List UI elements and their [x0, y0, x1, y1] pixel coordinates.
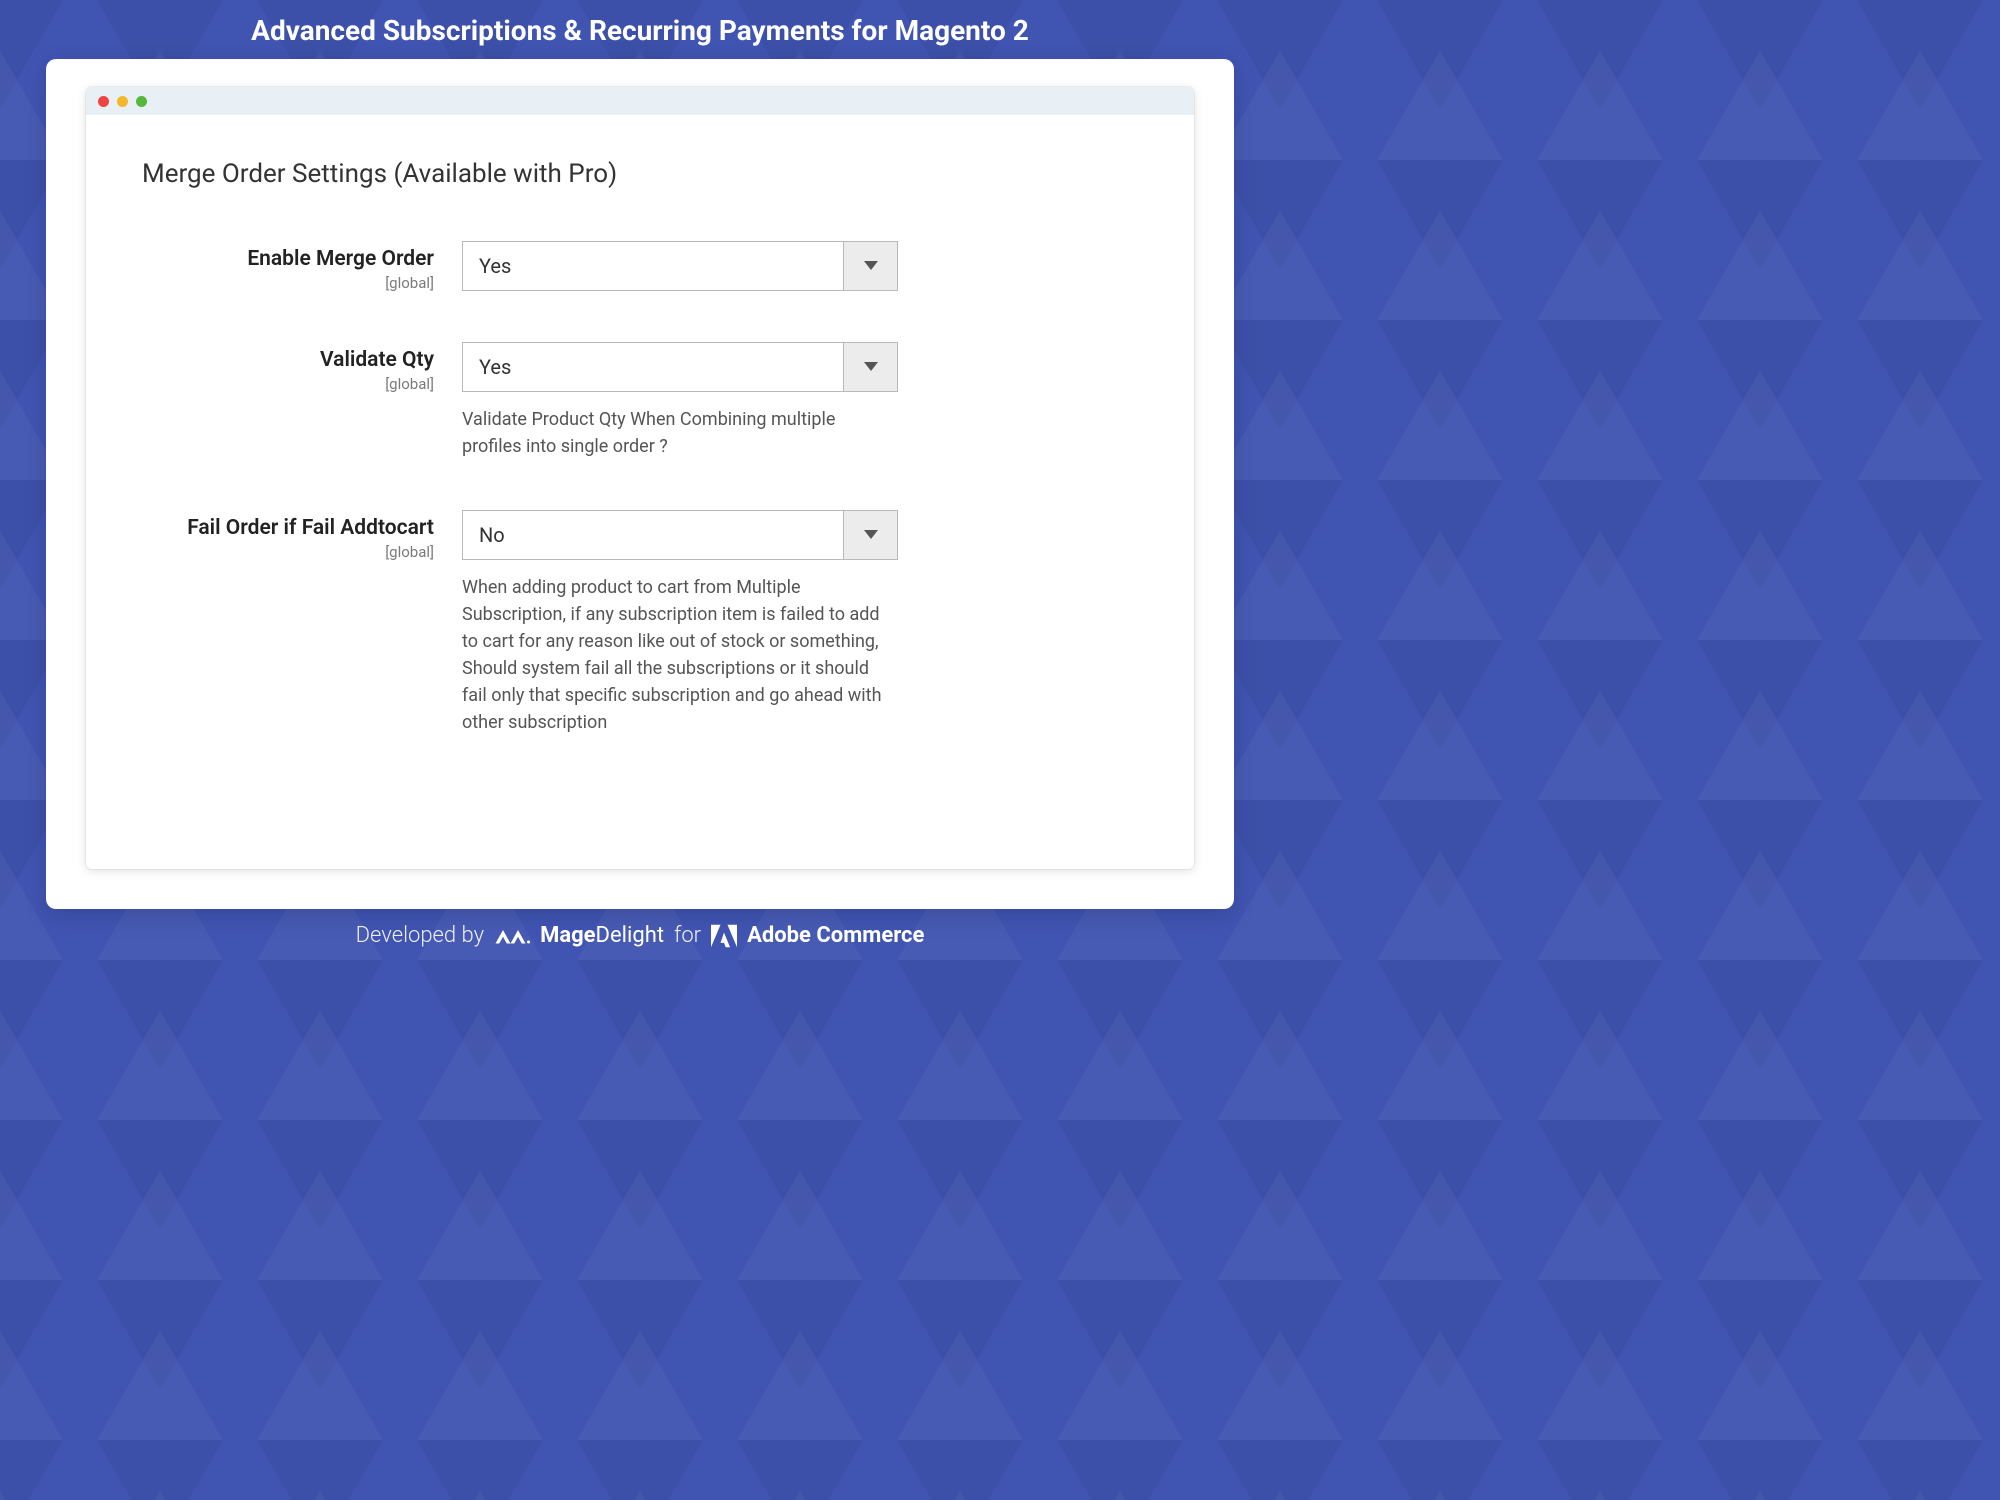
field-label: Fail Order if Fail Addtocart	[142, 516, 434, 541]
window-close-icon[interactable]	[98, 96, 109, 107]
window-minimize-icon[interactable]	[117, 96, 128, 107]
field-col: Yes	[462, 241, 898, 291]
section-heading: Merge Order Settings (Available with Pro…	[142, 159, 1138, 189]
chevron-down-icon	[843, 343, 897, 391]
footer-brand-magedelight: MageDelight	[540, 923, 664, 948]
chevron-down-icon	[843, 511, 897, 559]
field-col: Yes Validate Product Qty When Combining …	[462, 342, 898, 460]
field-row-fail-order: Fail Order if Fail Addtocart [global] No…	[142, 510, 1138, 736]
select-value: Yes	[463, 343, 843, 391]
label-col: Validate Qty [global]	[142, 342, 462, 393]
field-row-validate-qty: Validate Qty [global] Yes Validate Produ…	[142, 342, 1138, 460]
field-scope: [global]	[142, 375, 434, 393]
field-col: No When adding product to cart from Mult…	[462, 510, 898, 736]
label-col: Enable Merge Order [global]	[142, 241, 462, 292]
chevron-down-icon	[843, 242, 897, 290]
content-card: Merge Order Settings (Available with Pro…	[46, 59, 1234, 909]
page-title: Advanced Subscriptions & Recurring Payme…	[0, 0, 1280, 59]
page-root: Advanced Subscriptions & Recurring Payme…	[0, 0, 1280, 960]
adobe-logo-icon	[711, 924, 737, 948]
footer-for: for	[674, 923, 701, 948]
footer: Developed by MageDelight for Adobe Comme…	[0, 909, 1280, 960]
magedelight-logo-icon	[494, 924, 530, 948]
field-scope: [global]	[142, 274, 434, 292]
footer-brand-adobe: Adobe Commerce	[747, 923, 924, 948]
footer-developed-by: Developed by	[356, 923, 484, 948]
field-scope: [global]	[142, 543, 434, 561]
fail-order-select[interactable]: No	[462, 510, 898, 560]
label-col: Fail Order if Fail Addtocart [global]	[142, 510, 462, 561]
field-row-enable-merge-order: Enable Merge Order [global] Yes	[142, 241, 1138, 292]
enable-merge-order-select[interactable]: Yes	[462, 241, 898, 291]
field-label: Enable Merge Order	[142, 247, 434, 272]
validate-qty-select[interactable]: Yes	[462, 342, 898, 392]
window-maximize-icon[interactable]	[136, 96, 147, 107]
browser-window: Merge Order Settings (Available with Pro…	[86, 87, 1194, 869]
browser-titlebar	[86, 87, 1194, 115]
settings-panel: Merge Order Settings (Available with Pro…	[86, 115, 1194, 869]
helper-text: Validate Product Qty When Combining mult…	[462, 406, 898, 460]
helper-text: When adding product to cart from Multipl…	[462, 574, 898, 736]
field-label: Validate Qty	[142, 348, 434, 373]
select-value: Yes	[463, 242, 843, 290]
select-value: No	[463, 511, 843, 559]
